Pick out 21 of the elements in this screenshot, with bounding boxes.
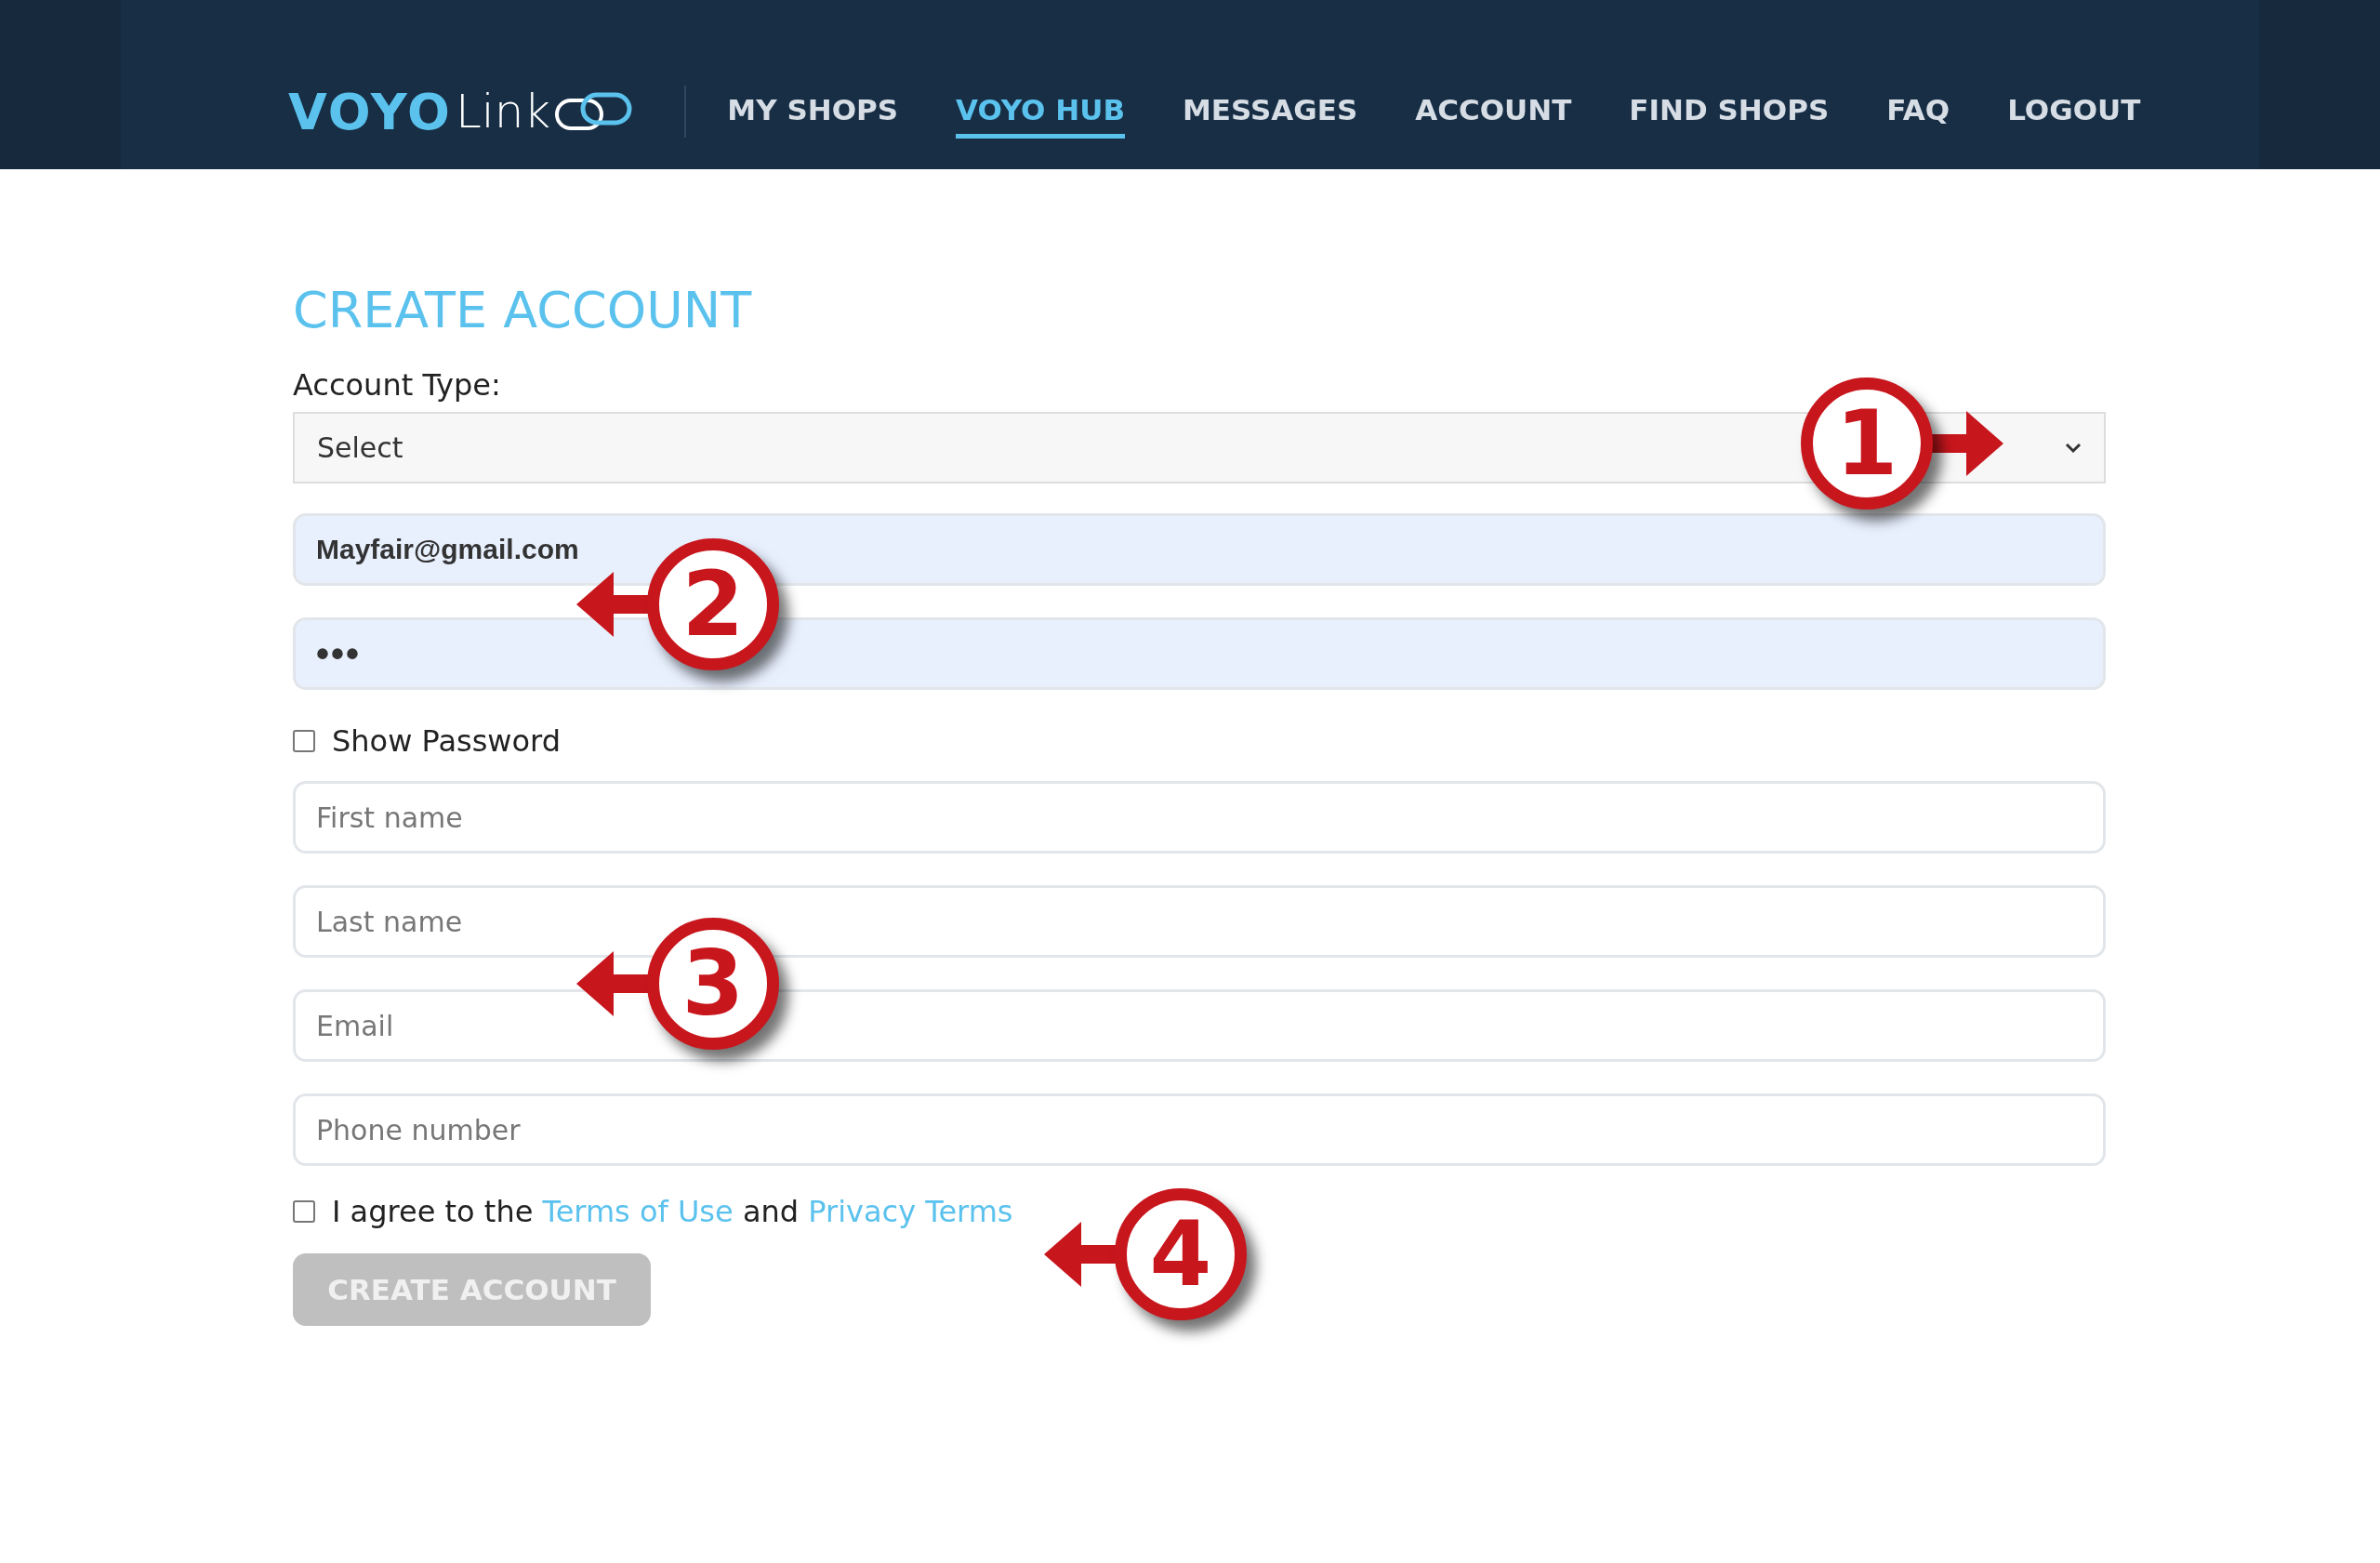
checkbox[interactable] <box>293 730 315 752</box>
logo-text: VOYO <box>288 82 452 141</box>
checkbox[interactable] <box>293 1200 315 1223</box>
nav-link[interactable]: FAQ <box>1886 85 1950 139</box>
input-field[interactable]: First name <box>293 781 2106 854</box>
step-number-badge: 1 <box>1801 378 1933 510</box>
page-title: CREATE ACCOUNT <box>293 281 753 339</box>
field-label: Account Type: <box>293 367 502 403</box>
nav-link[interactable]: LOGOUT <box>2007 85 2141 139</box>
nav-link[interactable]: MY SHOPS <box>727 85 899 139</box>
input-field[interactable]: Phone number <box>293 1093 2106 1166</box>
step-number-badge: 4 <box>1115 1188 1247 1320</box>
nav-link[interactable]: ACCOUNT <box>1415 85 1572 139</box>
nav-link[interactable]: MESSAGES <box>1183 85 1358 139</box>
nav-link[interactable]: VOYO HUB <box>956 85 1125 139</box>
agree-text: I agree to the Terms of Use and Privacy Terms <box>332 1194 1013 1229</box>
checkbox-label: Show Password <box>332 723 561 759</box>
logo-text: Link <box>455 85 551 139</box>
link-chain-icon <box>554 91 633 132</box>
chevron-down-icon <box>2065 442 2082 454</box>
nav-link[interactable]: FIND SHOPS <box>1629 85 1830 139</box>
